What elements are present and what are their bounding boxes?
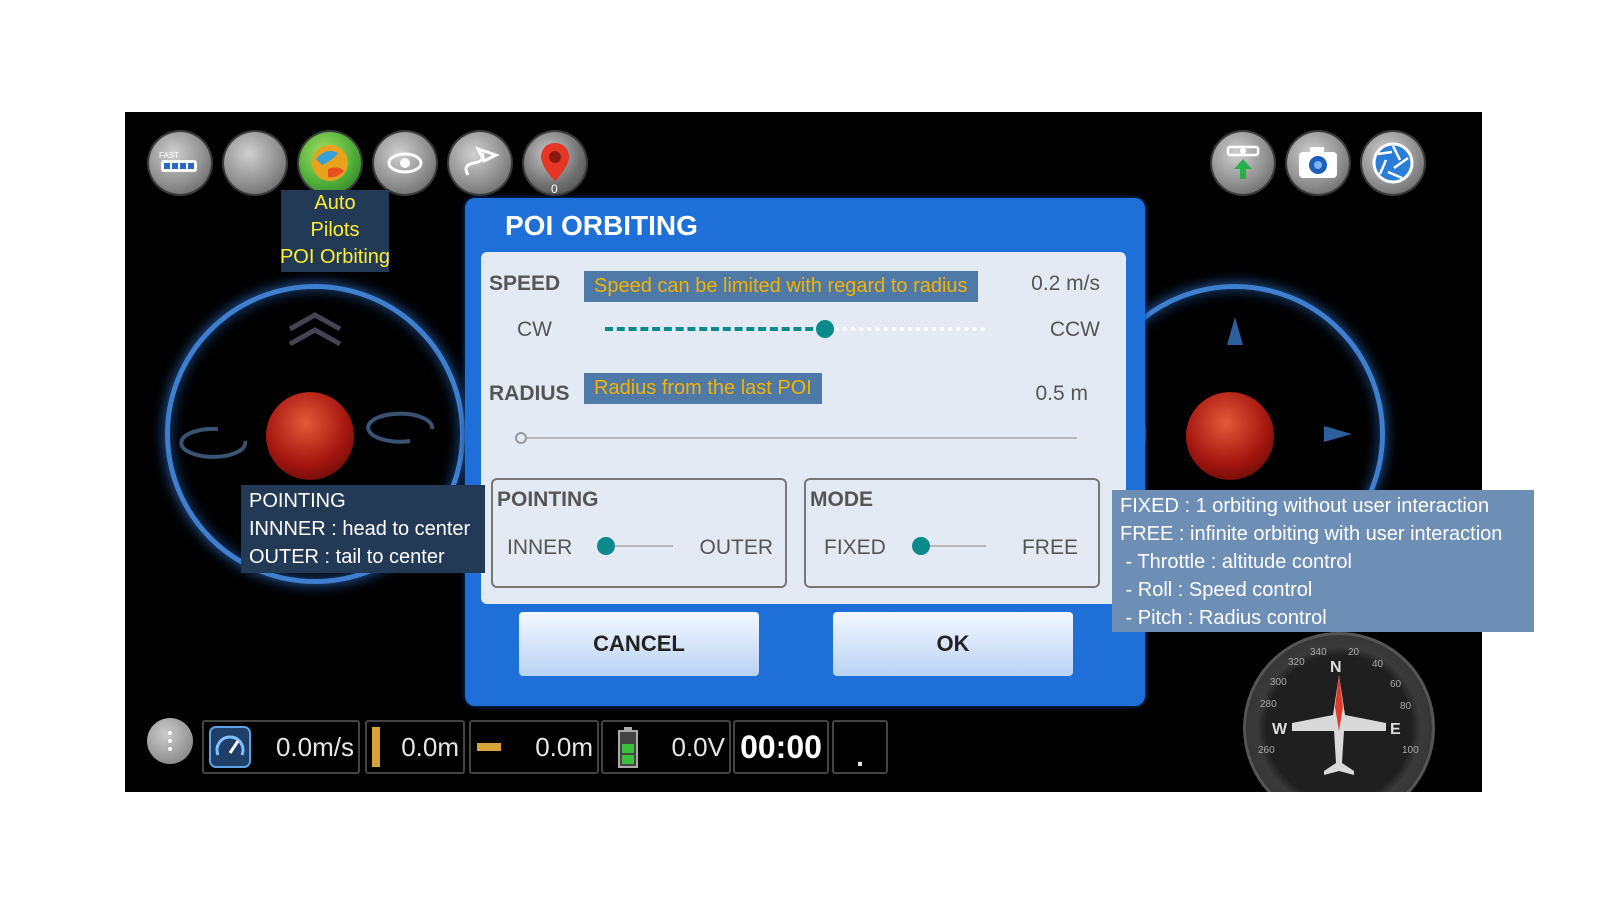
fast-battery-icon: FAST xyxy=(159,151,197,172)
mode-toggle-thumb[interactable] xyxy=(912,537,930,555)
dialog-panel: SPEED 0.2 m/s CW CCW Speed can be limite… xyxy=(481,252,1126,604)
pointing-group: POINTING INNER OUTER xyxy=(491,478,787,588)
speed-value: 0.0m/s xyxy=(275,731,354,762)
location-pin-icon xyxy=(541,143,569,181)
fast-battery-button[interactable]: FAST xyxy=(149,132,211,194)
pin-count: 0 xyxy=(551,182,558,196)
flight-timer: 00:00 xyxy=(733,720,829,774)
radius-note: Radius from the last POI xyxy=(584,373,822,404)
pointing-outer-label: OUTER xyxy=(699,536,774,559)
radius-value-text: 0.5 m xyxy=(1035,382,1088,405)
altitude-bar-icon xyxy=(372,727,380,767)
app-screen: FAST 0 Auto Pilots POI Orbiting N E W 20… xyxy=(125,112,1482,792)
speed-label: SPEED xyxy=(489,272,561,295)
mode-fixed-label: FIXED xyxy=(824,536,886,559)
autopilot-label: Auto Pilots POI Orbiting xyxy=(265,190,405,271)
eye-icon xyxy=(387,152,423,174)
autopilot-label-line: Auto xyxy=(314,192,356,214)
pointing-annotation: POINTING INNNER : head to center OUTER :… xyxy=(241,485,485,573)
speed-cw-label: CW xyxy=(517,318,552,341)
autopilot-label-line: Pilots xyxy=(310,219,360,241)
speed-slider-thumb[interactable] xyxy=(816,320,834,338)
menu-dots-button[interactable] xyxy=(147,718,193,764)
ok-button[interactable]: OK xyxy=(833,612,1073,676)
altitude-readout: 0.0m xyxy=(365,720,465,774)
annotation-line: - Throttle : altitude control xyxy=(1120,551,1352,573)
voltage-readout: 0.0V xyxy=(601,720,731,774)
camera-button[interactable] xyxy=(1287,132,1349,194)
annotation-line: POINTING xyxy=(249,490,346,512)
pointing-inner-label: INNER xyxy=(507,536,573,559)
shutter-button[interactable] xyxy=(1362,132,1424,194)
annotation-line: - Roll : Speed control xyxy=(1120,579,1313,601)
annotation-line: INNNER : head to center xyxy=(249,518,471,540)
dots-icon xyxy=(168,731,172,751)
pointing-label: POINTING xyxy=(497,488,599,511)
mode-toggle[interactable] xyxy=(912,536,986,556)
left-joystick-knob[interactable] xyxy=(266,392,354,480)
svg-text:FAST: FAST xyxy=(159,151,179,160)
speed-note: Speed can be limited with regard to radi… xyxy=(584,271,978,302)
speed-slider[interactable] xyxy=(605,316,985,342)
dialog-title: POI ORBITING xyxy=(505,210,698,241)
annotation-line: FIXED : 1 orbiting without user interact… xyxy=(1120,495,1490,517)
speedometer-icon xyxy=(209,726,251,768)
mode-group: MODE FIXED FREE xyxy=(804,478,1100,588)
annotation-line: FREE : infinite orbiting with user inter… xyxy=(1120,523,1503,545)
radius-slider-track xyxy=(515,437,1077,439)
extra-status-box: . xyxy=(832,720,888,774)
voltage-value: 0.0V xyxy=(671,731,726,762)
send-route-icon xyxy=(464,146,500,176)
speed-slider-track xyxy=(835,327,985,335)
mode-label: MODE xyxy=(810,488,873,511)
poi-pin-button[interactable]: 0 xyxy=(524,132,586,196)
speed-readout: 0.0m/s xyxy=(202,720,360,774)
altitude-value: 0.0m xyxy=(401,731,459,762)
pointing-toggle[interactable] xyxy=(597,536,673,556)
drone-takeoff-icon xyxy=(1226,145,1260,179)
radius-slider-thumb[interactable] xyxy=(515,432,527,444)
annotation-line: - Pitch : Radius control xyxy=(1120,607,1327,629)
autopilot-label-line: POI Orbiting xyxy=(279,246,391,268)
mode-free-label: FREE xyxy=(1021,536,1078,559)
pointing-toggle-thumb[interactable] xyxy=(597,537,615,555)
distance-value: 0.0m xyxy=(535,731,593,762)
takeoff-button[interactable] xyxy=(1212,132,1274,194)
speed-ccw-label: CCW xyxy=(1049,318,1100,341)
airplane-icon xyxy=(1292,675,1386,775)
right-joystick-knob[interactable] xyxy=(1186,392,1274,480)
shutter-icon xyxy=(1372,142,1414,184)
mode-annotation: FIXED : 1 orbiting without user interact… xyxy=(1112,490,1534,632)
eye-button[interactable] xyxy=(374,132,436,194)
autopilot-button[interactable] xyxy=(299,132,361,194)
annotation-line: OUTER : tail to center xyxy=(249,546,445,568)
radius-label: RADIUS xyxy=(489,382,570,405)
blank-button[interactable] xyxy=(224,132,286,194)
camera-icon xyxy=(1299,147,1337,178)
battery-icon xyxy=(618,727,638,768)
cancel-button[interactable]: CANCEL xyxy=(519,612,759,676)
speed-slider-fill xyxy=(605,327,825,335)
speed-value-text: 0.2 m/s xyxy=(1031,272,1100,295)
autopilot-globe-icon xyxy=(312,145,348,181)
route-button[interactable] xyxy=(449,132,511,194)
radius-slider[interactable] xyxy=(515,428,1077,448)
poi-orbiting-dialog: POI ORBITING SPEED 0.2 m/s CW CCW Speed … xyxy=(465,198,1145,706)
compass: N E W 20 40 60 80 100 340 320 300 280 26… xyxy=(1243,632,1435,792)
extra-status-dot: . xyxy=(856,741,864,772)
distance-readout: 0.0m xyxy=(469,720,599,774)
distance-bar-icon xyxy=(477,743,501,751)
timer-value: 00:00 xyxy=(740,728,822,765)
